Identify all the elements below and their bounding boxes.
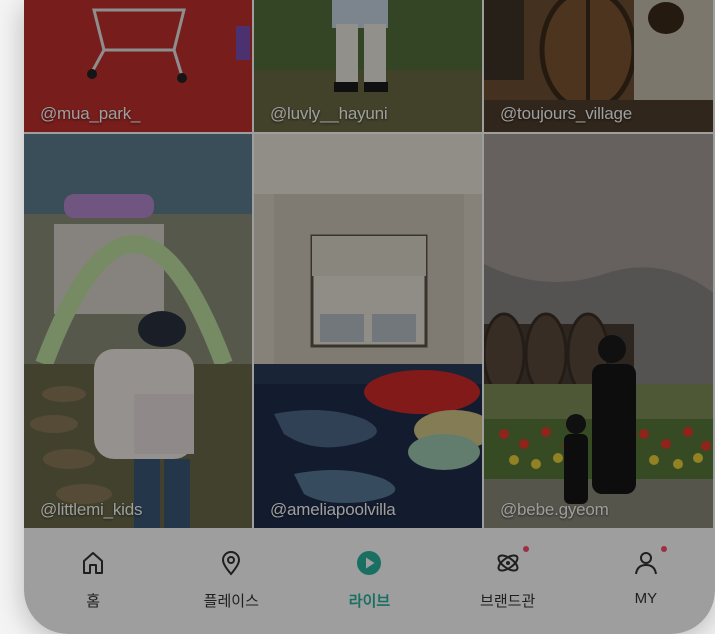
- home-icon: [78, 548, 108, 578]
- feed-tile[interactable]: @ameliapoolvilla: [254, 134, 484, 530]
- bottom-tab-bar: 홈 플레이스 라이브 브랜드관 MY: [24, 530, 715, 634]
- feed-tile[interactable]: @littlemi_kids: [24, 134, 254, 530]
- tile-handle: @luvly__hayuni: [270, 104, 388, 123]
- notification-dot: [660, 546, 667, 552]
- tab-home[interactable]: 홈: [38, 548, 148, 611]
- tab-live[interactable]: 라이브: [314, 548, 424, 611]
- tab-label: 홈: [86, 593, 100, 610]
- app-frame: @mua_park_ @luvly__hayuni @toujours_vill…: [24, 0, 715, 634]
- tab-brand[interactable]: 브랜드관: [453, 546, 563, 611]
- user-icon: [631, 546, 667, 578]
- tile-handle: @bebe.gyeom: [500, 500, 609, 519]
- tile-image: [24, 134, 252, 528]
- feed-tile[interactable]: @luvly__hayuni: [254, 0, 484, 134]
- tab-label: 라이브: [348, 593, 391, 610]
- tab-label: 플레이스: [203, 593, 259, 610]
- tab-label: MY: [634, 590, 658, 607]
- tab-place[interactable]: 플레이스: [176, 548, 286, 611]
- tab-my[interactable]: MY: [591, 546, 701, 607]
- atom-icon: [493, 546, 529, 578]
- tab-label: 브랜드관: [480, 593, 536, 610]
- tile-image: [254, 134, 482, 528]
- play-icon: [354, 548, 384, 578]
- tile-handle: @toujours_village: [500, 104, 632, 123]
- tile-image: [484, 134, 713, 528]
- screen: @mua_park_ @luvly__hayuni @toujours_vill…: [0, 0, 715, 634]
- tile-handle: @ameliapoolvilla: [270, 500, 396, 519]
- tile-handle: @mua_park_: [40, 104, 141, 123]
- notification-dot: [522, 546, 529, 552]
- map-pin-icon: [216, 548, 246, 578]
- feed-tile[interactable]: @mua_park_: [24, 0, 254, 134]
- tile-handle: @littlemi_kids: [40, 500, 143, 519]
- feed-tile[interactable]: @toujours_village: [484, 0, 715, 134]
- live-feed-grid: @mua_park_ @luvly__hayuni @toujours_vill…: [24, 0, 715, 530]
- feed-tile[interactable]: @bebe.gyeom: [484, 134, 715, 530]
